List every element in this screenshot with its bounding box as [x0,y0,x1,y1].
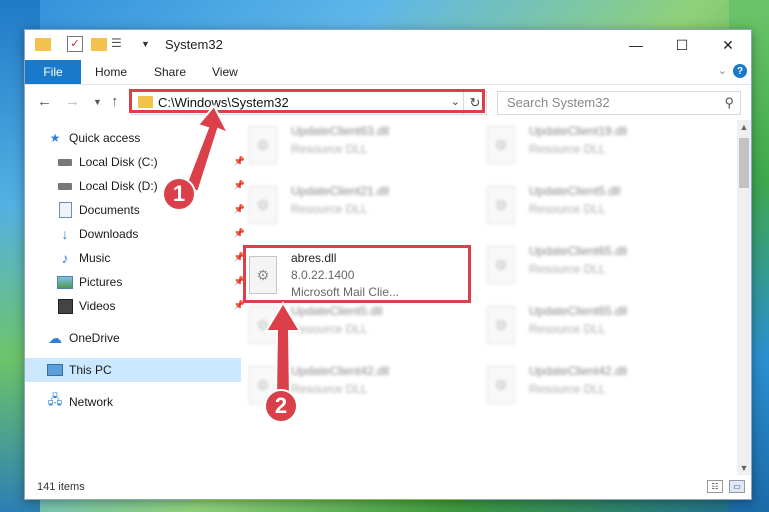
arrow-to-abres-dll [264,301,302,399]
callout-step-2: 2 [264,389,298,423]
callout-step-1: 1 [162,177,196,211]
annotation-arrows [184,104,302,399]
arrow-to-address-bar [184,104,231,194]
